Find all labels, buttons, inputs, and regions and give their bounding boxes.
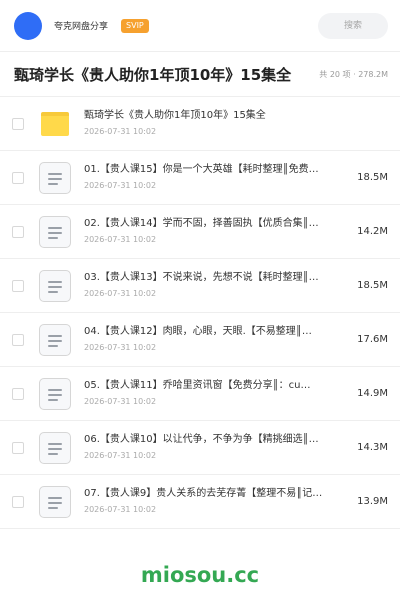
file-info: 05.【贵人课11】乔哈里资讯窗【免费分享║：cu… 2026-07-31 10… (84, 379, 347, 408)
list-item[interactable]: 07.【贵人课9】贵人关系的去芜存菁【整理不易║记… 2026-07-31 10… (0, 475, 400, 529)
file-info: 03.【贵人课13】不说来说，先想不说【耗时整理║… 2026-07-31 10… (84, 271, 347, 300)
file-date: 2026-07-31 10:02 (84, 289, 157, 298)
user-name: 夸克网盘分享 (54, 22, 109, 32)
file-info: 02.【贵人课14】学而不固，择善固执【优质合集║… 2026-07-31 10… (84, 217, 347, 246)
list-item[interactable]: 02.【贵人课14】学而不固，择善固执【优质合集║… 2026-07-31 10… (0, 205, 400, 259)
watermark: miosou.cc (140, 563, 260, 587)
folder-header: 甄琦学长《贵人助你1年顶10年》15集全 共 20 项 · 278.2M (0, 52, 400, 97)
document-icon (38, 323, 72, 357)
row-checkbox[interactable] (12, 171, 24, 184)
file-size: 14.2M (357, 226, 388, 237)
file-name: 甄琦学长《贵人助你1年顶10年》15集全 (84, 110, 266, 121)
list-item[interactable]: 04.【贵人课12】肉眼，心眼，天眼.【不易整理║… 2026-07-31 10… (0, 313, 400, 367)
file-name: 07.【贵人课9】贵人关系的去芜存菁【整理不易║记… (84, 488, 323, 499)
file-date: 2026-07-31 10:02 (84, 505, 157, 514)
search-input[interactable] (318, 12, 388, 39)
file-date: 2026-07-31 10:02 (84, 235, 157, 244)
svip-badge: SVIP (121, 18, 149, 33)
file-date: 2026-07-31 10:02 (84, 343, 157, 352)
top-bar: 夸克网盘分享 SVIP (0, 0, 400, 52)
row-checkbox[interactable] (12, 279, 24, 292)
file-date: 2026-07-31 10:02 (84, 127, 157, 136)
file-size: 14.3M (357, 442, 388, 453)
file-list: 甄琦学长《贵人助你1年顶10年》15集全 2026-07-31 10:02 01… (0, 97, 400, 529)
file-name: 06.【贵人课10】以让代争，不争为争【精挑细选║… (84, 434, 319, 445)
file-info: 04.【贵人课12】肉眼，心眼，天眼.【不易整理║… 2026-07-31 10… (84, 325, 347, 354)
document-icon (38, 377, 72, 411)
list-item[interactable]: 01.【贵人课15】你是一个大英雄【耗时整理║免费… 2026-07-31 10… (0, 151, 400, 205)
file-size: 18.5M (357, 172, 388, 183)
file-info: 甄琦学长《贵人助你1年顶10年》15集全 2026-07-31 10:02 (84, 109, 378, 138)
file-size: 17.6M (357, 334, 388, 345)
document-icon (38, 431, 72, 465)
page-title: 甄琦学长《贵人助你1年顶10年》15集全 (14, 65, 292, 84)
document-icon (38, 161, 72, 195)
document-icon (38, 269, 72, 303)
row-checkbox[interactable] (12, 495, 24, 508)
file-name: 02.【贵人课14】学而不固，择善固执【优质合集║… (84, 218, 319, 229)
row-checkbox[interactable] (12, 225, 24, 238)
row-checkbox[interactable] (12, 441, 24, 454)
document-icon (38, 215, 72, 249)
row-checkbox[interactable] (12, 333, 24, 346)
file-size: 14.9M (357, 388, 388, 399)
list-item[interactable]: 03.【贵人课13】不说来说，先想不说【耗时整理║… 2026-07-31 10… (0, 259, 400, 313)
file-name: 03.【贵人课13】不说来说，先想不说【耗时整理║… (84, 272, 319, 283)
file-size: 18.5M (357, 280, 388, 291)
list-item[interactable]: 甄琦学长《贵人助你1年顶10年》15集全 2026-07-31 10:02 (0, 97, 400, 151)
folder-icon (38, 107, 72, 141)
row-checkbox[interactable] (12, 117, 24, 130)
file-info: 07.【贵人课9】贵人关系的去芜存菁【整理不易║记… 2026-07-31 10… (84, 487, 347, 516)
file-name: 04.【贵人课12】肉眼，心眼，天眼.【不易整理║… (84, 326, 312, 337)
file-date: 2026-07-31 10:02 (84, 451, 157, 460)
file-info: 01.【贵人课15】你是一个大英雄【耗时整理║免费… 2026-07-31 10… (84, 163, 347, 192)
file-size: 13.9M (357, 496, 388, 507)
document-icon (38, 485, 72, 519)
file-name: 05.【贵人课11】乔哈里资讯窗【免费分享║：cu… (84, 380, 311, 391)
list-item[interactable]: 06.【贵人课10】以让代争，不争为争【精挑细选║… 2026-07-31 10… (0, 421, 400, 475)
file-info: 06.【贵人课10】以让代争，不争为争【精挑细选║… 2026-07-31 10… (84, 433, 347, 462)
avatar[interactable] (14, 11, 42, 40)
list-item[interactable]: 05.【贵人课11】乔哈里资讯窗【免费分享║：cu… 2026-07-31 10… (0, 367, 400, 421)
folder-meta: 共 20 项 · 278.2M (319, 69, 388, 79)
row-checkbox[interactable] (12, 387, 24, 400)
file-name: 01.【贵人课15】你是一个大英雄【耗时整理║免费… (84, 164, 319, 175)
file-date: 2026-07-31 10:02 (84, 181, 157, 190)
file-date: 2026-07-31 10:02 (84, 397, 157, 406)
